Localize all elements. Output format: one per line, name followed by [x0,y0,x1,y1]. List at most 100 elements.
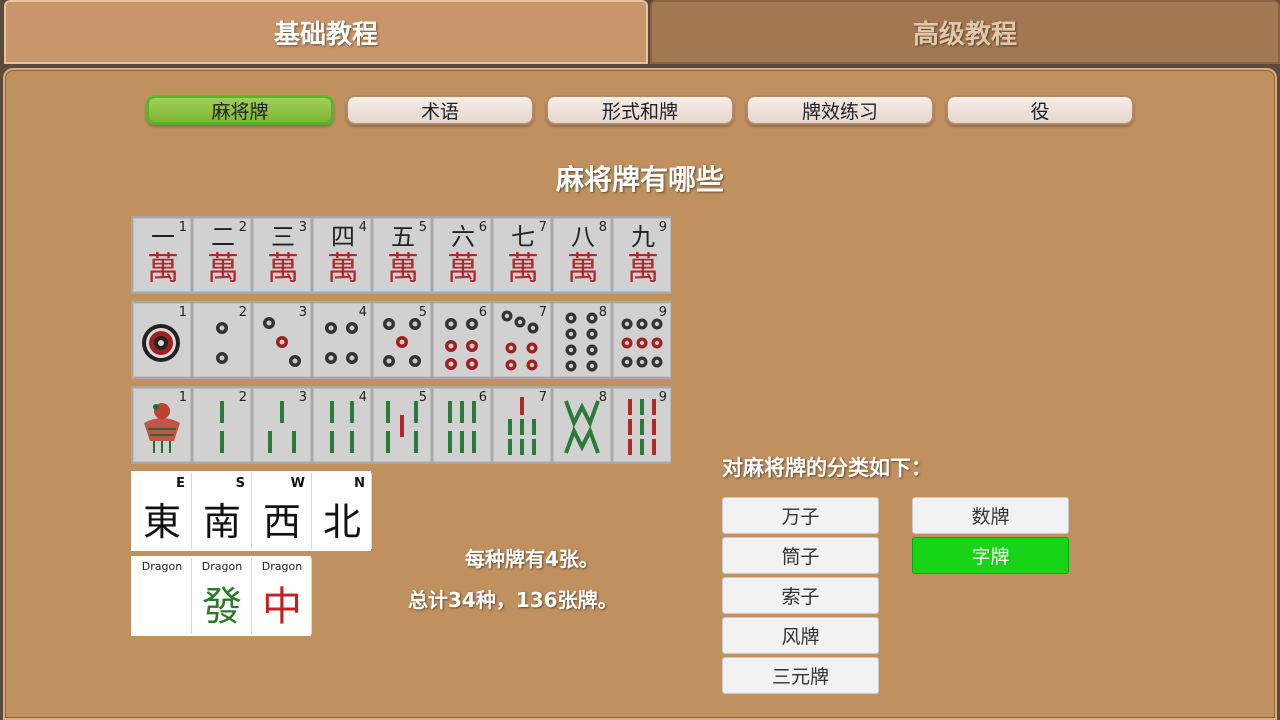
subtab-winning-forms[interactable]: 形式和牌 [546,95,734,125]
circle-pips-icon [565,312,598,372]
sou-tile: 2 [193,388,251,462]
bamboo-sticks-icon [268,401,296,453]
pin-tile: 9 [613,303,671,377]
man-tile: 5五萬 [373,218,431,292]
bamboo-sticks-icon [508,397,536,455]
red-dragon-tile: Dragon 中 [253,558,311,634]
dragon-tile-row: Dragon Dragon 發 Dragon 中 [131,556,311,636]
tab-advanced-tutorial[interactable]: 高级教程 [650,0,1280,64]
sou-tile: 7 [493,388,551,462]
circle-pips-icon [325,322,358,364]
wind-tile: N北 [313,473,371,549]
bamboo-sticks-icon [448,401,476,453]
wind-char: 西 [262,500,301,544]
wind-tile: S南 [193,473,251,549]
pin-tile-row: 1 2 3 4 5 6 7 8 9 [131,301,671,379]
circle-pips-icon [142,324,180,362]
bamboo-sticks-icon [330,401,354,453]
tile-suit-char: 萬 [326,249,359,287]
sou-tile-row: 1 2 3 4 5 6 7 8 9 [131,386,671,464]
category-button-man[interactable]: 万子 [722,497,879,534]
subtab-tiles[interactable]: 麻将牌 [146,95,334,125]
man-tile-row: 1一萬 2二萬 3三萬 4四萬 5五萬 6六萬 7七萬 8八萬 9九萬 [131,216,671,294]
tile-suit-char: 萬 [566,249,599,287]
bamboo-sticks-icon [220,401,224,453]
white-dragon-tile: Dragon [133,558,191,634]
sou-tile: 6 [433,388,491,462]
wind-letter: E [176,476,185,491]
pin-tile: 3 [253,303,311,377]
wind-letter: N [354,476,365,491]
group-button-honor-tiles[interactable]: 字牌 [912,537,1069,574]
section-title: 麻将牌有哪些 [555,163,724,196]
pin-tile: 4 [313,303,371,377]
category-button-dragon[interactable]: 三元牌 [722,657,879,694]
tile-numeral: 六 [451,223,475,251]
tile-numeral: 二 [211,223,235,251]
subtab-terms[interactable]: 术语 [346,95,534,125]
wind-letter: S [235,476,245,491]
sou-tile: 8 [553,388,611,462]
subtab-yaku[interactable]: 役 [946,95,1134,125]
pin-tile: 1 [133,303,191,377]
circle-pips-icon [263,317,301,367]
subtab-efficiency-practice[interactable]: 牌效练习 [746,95,934,125]
circle-pips-icon [216,322,228,364]
info-tiles-per-kind: 每种牌有4张。 [465,547,599,571]
man-tile: 2二萬 [193,218,251,292]
wind-char: 北 [322,500,361,544]
bamboo-sticks-icon [628,399,656,455]
tile-suit-char: 萬 [626,249,659,287]
dragon-char: 中 [262,584,302,630]
man-tile: 4四萬 [313,218,371,292]
sou-tile: 3 [253,388,311,462]
pin-tile: 8 [553,303,611,377]
pin-tile: 6 [433,303,491,377]
circle-pips-icon [621,318,663,368]
sou-tile: 1 [133,388,191,462]
man-tile: 6六萬 [433,218,491,292]
wind-char: 東 [142,500,181,544]
tile-numeral: 九 [631,223,655,251]
classification-title: 对麻将牌的分类如下： [722,456,932,480]
group-button-number-tiles[interactable]: 数牌 [912,497,1069,534]
circle-pips-icon [445,318,478,370]
tab-basic-tutorial[interactable]: 基础教程 [4,0,648,64]
tile-numeral: 七 [511,223,535,251]
wind-tile-row: E東 S南 W西 N北 [131,471,371,551]
category-button-sou[interactable]: 索子 [722,577,879,614]
tile-suit-char: 萬 [146,249,179,287]
man-tile: 1一萬 [133,218,191,292]
dragon-char: 發 [202,584,242,630]
man-tile: 3三萬 [253,218,311,292]
dragon-label: Dragon [201,560,243,573]
green-dragon-tile: Dragon 發 [193,558,251,634]
sou-tile: 4 [313,388,371,462]
tile-suit-char: 萬 [266,249,299,287]
info-total-tiles: 总计34种，136张牌。 [408,588,618,612]
tile-numeral: 四 [331,223,355,251]
category-button-pin[interactable]: 筒子 [722,537,879,574]
tile-suit-char: 萬 [446,249,479,287]
wind-tile: W西 [253,473,311,549]
tile-numeral: 一 [151,223,175,251]
pin-tile: 7 [493,303,551,377]
wind-letter: W [290,476,305,491]
circle-pips-icon [501,310,539,371]
tile-suit-char: 萬 [506,249,539,287]
bamboo-sticks-icon [386,401,418,453]
tile-numeral: 八 [571,223,595,251]
man-tile: 8八萬 [553,218,611,292]
pin-tile: 2 [193,303,251,377]
sou-tile: 5 [373,388,431,462]
wind-tile: E東 [133,473,191,549]
dragon-label: Dragon [261,560,303,573]
man-tile: 9九萬 [613,218,671,292]
wind-char: 南 [202,500,241,544]
category-button-wind[interactable]: 风牌 [722,617,879,654]
pin-tile: 5 [373,303,431,377]
dragon-label: Dragon [141,560,183,573]
tile-suit-char: 萬 [386,249,419,287]
tile-numeral: 五 [391,223,415,251]
circle-pips-icon [383,318,421,367]
